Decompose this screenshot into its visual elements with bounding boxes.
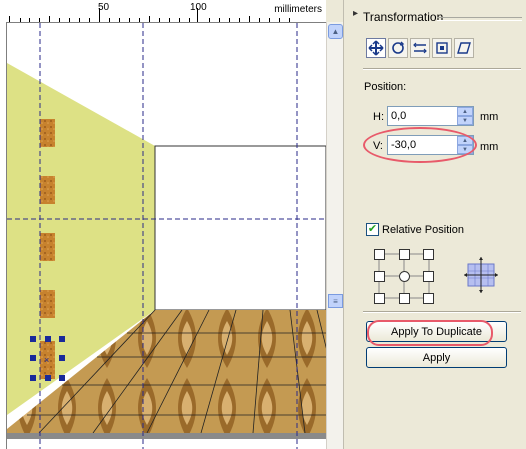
position-icon[interactable] (366, 38, 386, 58)
h-position-field[interactable]: ▲ ▼ (387, 106, 474, 126)
scroll-up-icon[interactable]: ▲ (328, 24, 343, 39)
h-unit-label: mm (480, 111, 499, 123)
vertical-ruler[interactable] (0, 22, 7, 449)
cork-tile[interactable] (40, 176, 55, 204)
collapse-arrow-icon[interactable]: ▸ (353, 8, 358, 19)
annotation-highlight-duplicate (367, 320, 493, 346)
ruler-label-50: 50 (98, 2, 110, 13)
anchor-center[interactable] (399, 271, 410, 282)
anchor-middle-right[interactable] (423, 271, 434, 282)
svg-text:×: × (44, 355, 49, 365)
rotate-icon[interactable] (388, 38, 408, 58)
drawing-canvas[interactable]: × (7, 23, 326, 449)
h-label: H: (373, 111, 384, 123)
annotation-highlight-v (363, 127, 477, 163)
docker-title: Transformation (363, 10, 444, 24)
transform-mode-toolbar (366, 38, 474, 58)
ruler-label-100: 100 (190, 2, 207, 13)
cork-tile[interactable] (40, 233, 55, 261)
size-icon[interactable] (432, 38, 452, 58)
relative-position-label[interactable]: Relative Position (382, 224, 464, 236)
anchor-bottom-left[interactable] (374, 293, 385, 304)
anchor-middle-left[interactable] (374, 271, 385, 282)
cork-tile[interactable] (40, 119, 55, 147)
apply-button[interactable]: Apply (366, 347, 507, 368)
skew-icon[interactable] (454, 38, 474, 58)
anchor-point-grid (374, 249, 434, 305)
h-spinner[interactable]: ▲ ▼ (457, 107, 473, 125)
anchor-top-left[interactable] (374, 249, 385, 260)
cork-tile[interactable] (40, 290, 55, 318)
back-wall (154, 145, 326, 311)
scroll-thumb[interactable]: ≡ (328, 294, 343, 308)
scale-mirror-icon[interactable] (410, 38, 430, 58)
anchor-bottom-center[interactable] (399, 293, 410, 304)
horizontal-ruler[interactable]: 50 100 millimeters (0, 0, 326, 23)
anchor-bottom-right[interactable] (423, 293, 434, 304)
h-position-input[interactable] (388, 107, 456, 125)
relative-position-checkbox[interactable]: ✔ (366, 223, 379, 236)
docker-header: ▸ Transformation (349, 0, 526, 34)
transformation-docker: ▸ Transformation Position: H: ▲ ▼ mm V: (349, 0, 526, 449)
position-section-label: Position: (364, 81, 407, 93)
spin-down-icon[interactable]: ▼ (457, 116, 473, 125)
vertical-scrollbar[interactable]: ▲ ≡ (326, 22, 344, 449)
anchor-top-center[interactable] (399, 249, 410, 260)
room-illustration: × (7, 23, 326, 449)
ruler-unit-label: millimeters (274, 4, 322, 15)
apply-label: Apply (422, 351, 451, 364)
v-unit-label: mm (480, 141, 499, 153)
spin-up-icon[interactable]: ▲ (457, 107, 473, 116)
anchor-top-right[interactable] (423, 249, 434, 260)
position-preview-icon (462, 256, 502, 296)
